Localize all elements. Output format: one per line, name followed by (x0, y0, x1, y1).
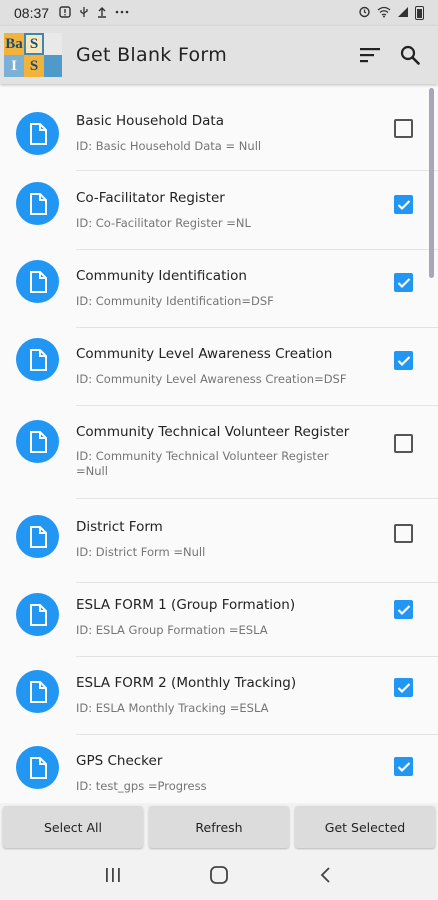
list-item[interactable]: Community Identification ID: Community I… (0, 249, 438, 328)
action-button-bar: Select All Refresh Get Selected (0, 803, 438, 850)
form-name: Community Technical Volunteer Register (76, 424, 350, 440)
home-icon (210, 866, 228, 884)
document-icon (16, 746, 59, 789)
upload-icon (97, 6, 107, 21)
form-name: District Form (76, 519, 163, 535)
form-name: Basic Household Data (76, 113, 224, 129)
form-checkbox[interactable] (394, 434, 413, 453)
form-id: ID: Community Level Awareness Creation=D… (76, 372, 347, 386)
search-icon (400, 45, 420, 65)
home-button[interactable] (197, 853, 241, 897)
get-selected-button[interactable]: Get Selected (295, 806, 435, 848)
form-checkbox[interactable] (394, 119, 413, 138)
logo-cell: S (24, 33, 44, 55)
document-icon (16, 593, 59, 636)
form-id: ID: Community Identification=DSF (76, 294, 274, 308)
select-all-button[interactable]: Select All (3, 806, 143, 848)
document-icon (16, 112, 59, 155)
refresh-button[interactable]: Refresh (149, 806, 289, 848)
app-logo: Ba S I S (4, 33, 64, 77)
form-id: ID: ESLA Monthly Tracking =ESLA (76, 701, 269, 715)
form-checkbox[interactable] (394, 524, 413, 543)
document-icon (16, 338, 59, 381)
list-item[interactable]: Community Technical Volunteer Register I… (0, 405, 438, 499)
checkmark-icon (397, 682, 410, 693)
logo-cell (44, 33, 62, 55)
form-checkbox[interactable] (394, 273, 413, 292)
document-icon (16, 670, 59, 713)
more-icon (115, 6, 129, 21)
list-item[interactable]: Co-Facilitator Register ID: Co-Facilitat… (0, 171, 438, 250)
back-button[interactable] (303, 853, 347, 897)
sort-button[interactable] (350, 35, 390, 75)
logo-cell: S (24, 55, 44, 77)
logo-cell: Ba (4, 33, 24, 55)
form-checkbox[interactable] (394, 678, 413, 697)
list-scrollbar[interactable] (429, 88, 434, 278)
form-id: ID: ESLA Group Formation =ESLA (76, 623, 268, 637)
wifi-icon (377, 6, 391, 21)
checkmark-icon (397, 604, 410, 615)
checkmark-icon (397, 761, 410, 772)
form-id: ID: test_gps =Progress (76, 779, 207, 793)
form-checkbox[interactable] (394, 757, 413, 776)
document-icon (16, 182, 59, 225)
document-icon (16, 515, 59, 558)
battery-icon (415, 6, 424, 20)
list-item[interactable]: ESLA FORM 2 (Monthly Tracking) ID: ESLA … (0, 658, 438, 736)
document-icon (16, 420, 59, 463)
checkmark-icon (397, 199, 410, 210)
form-checkbox[interactable] (394, 600, 413, 619)
status-bar: 08:37 (0, 0, 438, 26)
form-id: ID: District Form =Null (76, 545, 206, 559)
form-name: Community Level Awareness Creation (76, 346, 333, 362)
list-item[interactable]: Community Level Awareness Creation ID: C… (0, 327, 438, 406)
form-checkbox[interactable] (394, 351, 413, 370)
recents-button[interactable] (91, 853, 135, 897)
app-bar: Ba S I S Get Blank Form (0, 26, 438, 84)
usb-icon (79, 6, 89, 21)
page-title: Get Blank Form (76, 44, 228, 66)
checkmark-icon (397, 355, 410, 366)
form-name: ESLA FORM 1 (Group Formation) (76, 597, 296, 613)
search-button[interactable] (390, 35, 430, 75)
divider (76, 734, 438, 735)
form-name: ESLA FORM 2 (Monthly Tracking) (76, 675, 297, 691)
list-item[interactable]: GPS Checker ID: test_gps =Progress (0, 736, 438, 803)
alert-icon (59, 5, 71, 21)
list-item[interactable]: ESLA FORM 1 (Group Formation) ID: ESLA G… (0, 582, 438, 660)
form-name: GPS Checker (76, 753, 163, 769)
form-id: ID: Co-Facilitator Register =NL (76, 216, 251, 230)
form-checkbox[interactable] (394, 195, 413, 214)
divider (76, 656, 438, 657)
alarm-icon (358, 5, 371, 21)
form-list[interactable]: Basic Household Data ID: Basic Household… (0, 84, 438, 803)
sort-icon (360, 48, 380, 63)
logo-cell: I (4, 55, 24, 77)
checkmark-icon (397, 277, 410, 288)
form-id: ID: Community Technical Volunteer Regist… (76, 449, 329, 478)
list-item[interactable]: Basic Household Data ID: Basic Household… (0, 84, 438, 171)
list-item[interactable]: District Form ID: District Form =Null (0, 498, 438, 583)
form-id: ID: Basic Household Data = Null (76, 139, 262, 153)
logo-cell (44, 55, 62, 77)
form-name: Community Identification (76, 268, 247, 284)
back-icon (320, 867, 330, 883)
status-time: 08:37 (14, 5, 50, 21)
system-nav-bar (0, 850, 438, 900)
recents-icon (106, 868, 120, 882)
document-icon (16, 260, 59, 303)
signal-icon (397, 6, 409, 21)
form-name: Co-Facilitator Register (76, 190, 225, 206)
